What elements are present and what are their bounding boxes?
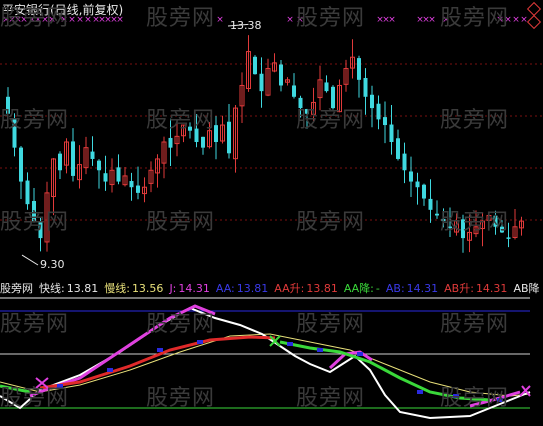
aa-label: AA: [215,282,235,295]
ab-label: AB: [385,282,405,295]
candle-body [19,147,23,182]
blue-segment [453,394,459,398]
stock-chart-window: × × × × × × × × × × × × × × × × × × × × × × × × × × × × × × × 平安银行(日线,… [0,0,543,422]
signal-marker: × [442,15,450,25]
fast-line-value: 13.81 [66,282,99,295]
candle-body [298,97,303,109]
blue-segment [57,384,63,388]
candle-body [448,226,452,229]
aa-green-line [279,340,491,402]
slow-line-value: 13.56 [131,282,164,295]
slow-line-label: 慢线: [104,282,130,295]
candle-body [168,137,173,148]
chart-canvas[interactable]: ×××× ×× × × × × × × ××××× × × × ××× ××× × × × × × [0,0,543,422]
candle-body [90,151,95,159]
candle-body [402,153,407,171]
candle-body [409,171,413,182]
candle-body [331,86,335,109]
candle-body [129,181,134,188]
indicator-pane [0,297,531,420]
candle-body [435,213,439,216]
blue-segment [107,368,113,372]
candlesticks [6,23,524,266]
candle-body [136,185,140,193]
candle-body [214,125,218,142]
slow-line [0,333,531,397]
blue-segment [197,340,203,344]
j-label: J: [169,282,177,295]
indicator-legend: 股旁网 快线: 13.81 慢线: 13.56 J: 14.31 AA: 13.81 AA升: 13… [0,280,543,295]
price-high-label: 13.38 [230,19,262,32]
aa-up-label: AA升: [274,282,305,295]
candle-body [58,153,62,171]
blue-segment [417,390,423,394]
candle-body [506,237,511,239]
candle-body [71,141,75,176]
low-pointer [21,254,39,266]
signal-marker: × [388,15,396,25]
aa-up-value: 13.81 [306,282,338,295]
blue-segment [357,352,363,356]
aa-value: 13.81 [236,282,269,295]
ab-up-value: 14.31 [475,282,508,295]
signal-marker: × [286,15,294,25]
blue-segment [287,342,293,346]
signal-marker: × [520,15,528,25]
ab-up-label: AB升: [444,282,474,295]
signal-marker: × [216,15,224,25]
candle-body [227,121,231,154]
candle-body [188,126,192,131]
fast-white-line [0,306,531,420]
candle-body [493,215,498,227]
candle-body [461,219,465,239]
aa-down-value: - [375,282,380,295]
candle-body [500,226,504,233]
candle-body [383,117,387,126]
signal-marker: × [504,15,512,25]
signal-marker: × [428,15,436,25]
ab-value: 14.31 [406,282,439,295]
blue-segment [157,348,163,352]
candle-body [441,218,446,222]
signal-marker: × [496,15,504,25]
candle-body [32,200,36,222]
candle-body [6,96,10,114]
candle-body [305,109,309,114]
aa-down-label: AA降: [343,282,374,295]
candle-body [357,58,361,80]
j-value: 14.31 [178,282,210,295]
price-grid [0,63,543,221]
candle-body [12,118,17,148]
price-low-label: 9.30 [40,258,65,271]
ab-down-label: AB降 [513,282,540,295]
candle-body [422,184,426,199]
candle-body [259,73,264,92]
candle-body [292,85,296,97]
candle-body [38,221,43,239]
indicator-name: 股旁网 [0,282,33,295]
candle-body [415,181,420,188]
chart-title: 平安银行(日线,前复权) [2,3,124,17]
signal-marker: × [296,15,304,25]
candle-body [396,138,400,159]
aa-green-line [0,384,31,394]
candle-body [194,128,199,142]
candle-body [428,198,433,210]
candle-body [370,94,374,109]
candle-body [97,160,101,171]
fast-line-label: 快线: [39,282,65,295]
candle-body [253,56,257,75]
candle-body [389,124,394,142]
candle-body [376,103,381,120]
candle-body [363,77,368,97]
blue-segment [497,398,503,402]
candle-body [116,167,121,182]
candle-body [324,82,329,92]
signal-marker: × [512,15,520,25]
candle-body [25,180,30,205]
candle-body [103,173,108,182]
blue-segment [317,348,323,352]
candle-body [279,64,283,86]
candle-body [201,136,205,148]
